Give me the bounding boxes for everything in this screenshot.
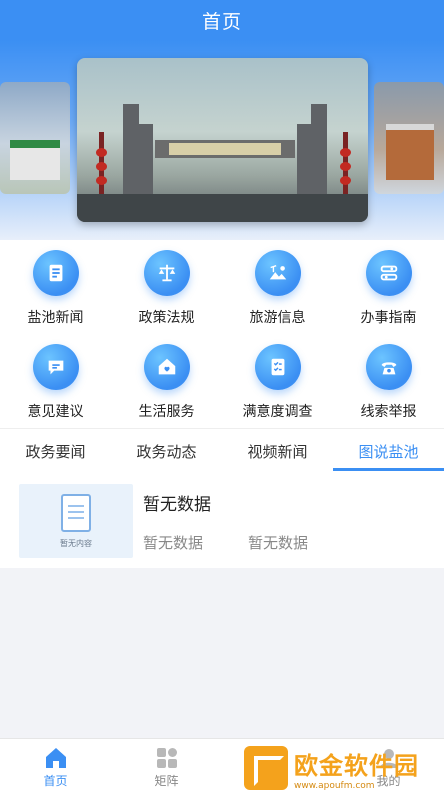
grid-label: 盐池新闻 [27, 310, 84, 326]
grid-label: 办事指南 [360, 310, 417, 326]
grid-item-survey[interactable]: 满意度调查 [222, 334, 333, 426]
banner-prev-slide[interactable] [0, 82, 70, 194]
list-item[interactable]: 暂无内容 暂无数据 暂无数据 暂无数据 [0, 472, 444, 568]
tab-government-updates[interactable]: 政务动态 [111, 429, 222, 473]
service-grid: 盐池新闻 政策法规 旅游信息 办事指南 意见建议 生活服务 满意度调查 线索举报 [0, 240, 444, 428]
news-tabs: 政务要闻 政务动态 视频新闻 图说盐池 [0, 428, 444, 472]
scale-icon [143, 250, 190, 296]
page-title: 首页 [201, 10, 242, 33]
watermark-text: 欧金软件园 [294, 751, 419, 780]
watermark: 欧金软件园 www.apoufm.com [244, 744, 440, 792]
banner-next-slide[interactable] [374, 82, 444, 194]
nav-home[interactable]: 首页 [0, 739, 111, 794]
news-title: 暂无数据 [143, 495, 211, 515]
grid-label: 满意度调查 [242, 404, 313, 420]
document-icon [61, 493, 91, 532]
grid-label: 生活服务 [138, 404, 195, 420]
grid-label: 线索举报 [360, 404, 417, 420]
nav-label: 首页 [43, 773, 68, 788]
news-thumbnail: 暂无内容 [19, 484, 133, 558]
grid-label: 旅游信息 [249, 310, 306, 326]
tab-picture-yanchi[interactable]: 图说盐池 [333, 429, 444, 473]
banner-current-slide[interactable] [77, 58, 368, 222]
grid-item-suggestion[interactable]: 意见建议 [0, 334, 111, 426]
grid-item-policy[interactable]: 政策法规 [111, 240, 222, 332]
grid-item-guide[interactable]: 办事指南 [333, 240, 444, 332]
phone-icon [365, 344, 412, 390]
watermark-url: www.apoufm.com [294, 780, 375, 791]
banner-carousel[interactable] [0, 40, 444, 240]
news-meta-date: 暂无数据 [248, 534, 309, 552]
thumbnail-caption: 暂无内容 [60, 538, 92, 548]
checklist-icon [254, 344, 301, 390]
grid-item-travel[interactable]: 旅游信息 [222, 240, 333, 332]
tab-government-news[interactable]: 政务要闻 [0, 429, 111, 473]
guide-icon [365, 250, 412, 296]
grid-label: 意见建议 [27, 404, 84, 420]
grid-item-report[interactable]: 线索举报 [333, 334, 444, 426]
tab-video-news[interactable]: 视频新闻 [222, 429, 333, 473]
banner-sign [169, 143, 281, 155]
nav-label: 矩阵 [154, 773, 179, 788]
news-icon [32, 250, 79, 296]
message-icon [32, 344, 79, 390]
grid-label: 政策法规 [138, 310, 195, 326]
grid-item-news[interactable]: 盐池新闻 [0, 240, 111, 332]
grid-icon [156, 747, 177, 768]
travel-icon [254, 250, 301, 296]
top-bar: 首页 [0, 0, 444, 40]
home-icon [45, 747, 66, 768]
watermark-logo-icon [244, 746, 288, 790]
nav-matrix[interactable]: 矩阵 [111, 739, 222, 794]
news-meta-source: 暂无数据 [143, 534, 204, 552]
grid-item-life-service[interactable]: 生活服务 [111, 334, 222, 426]
home-heart-icon [143, 344, 190, 390]
